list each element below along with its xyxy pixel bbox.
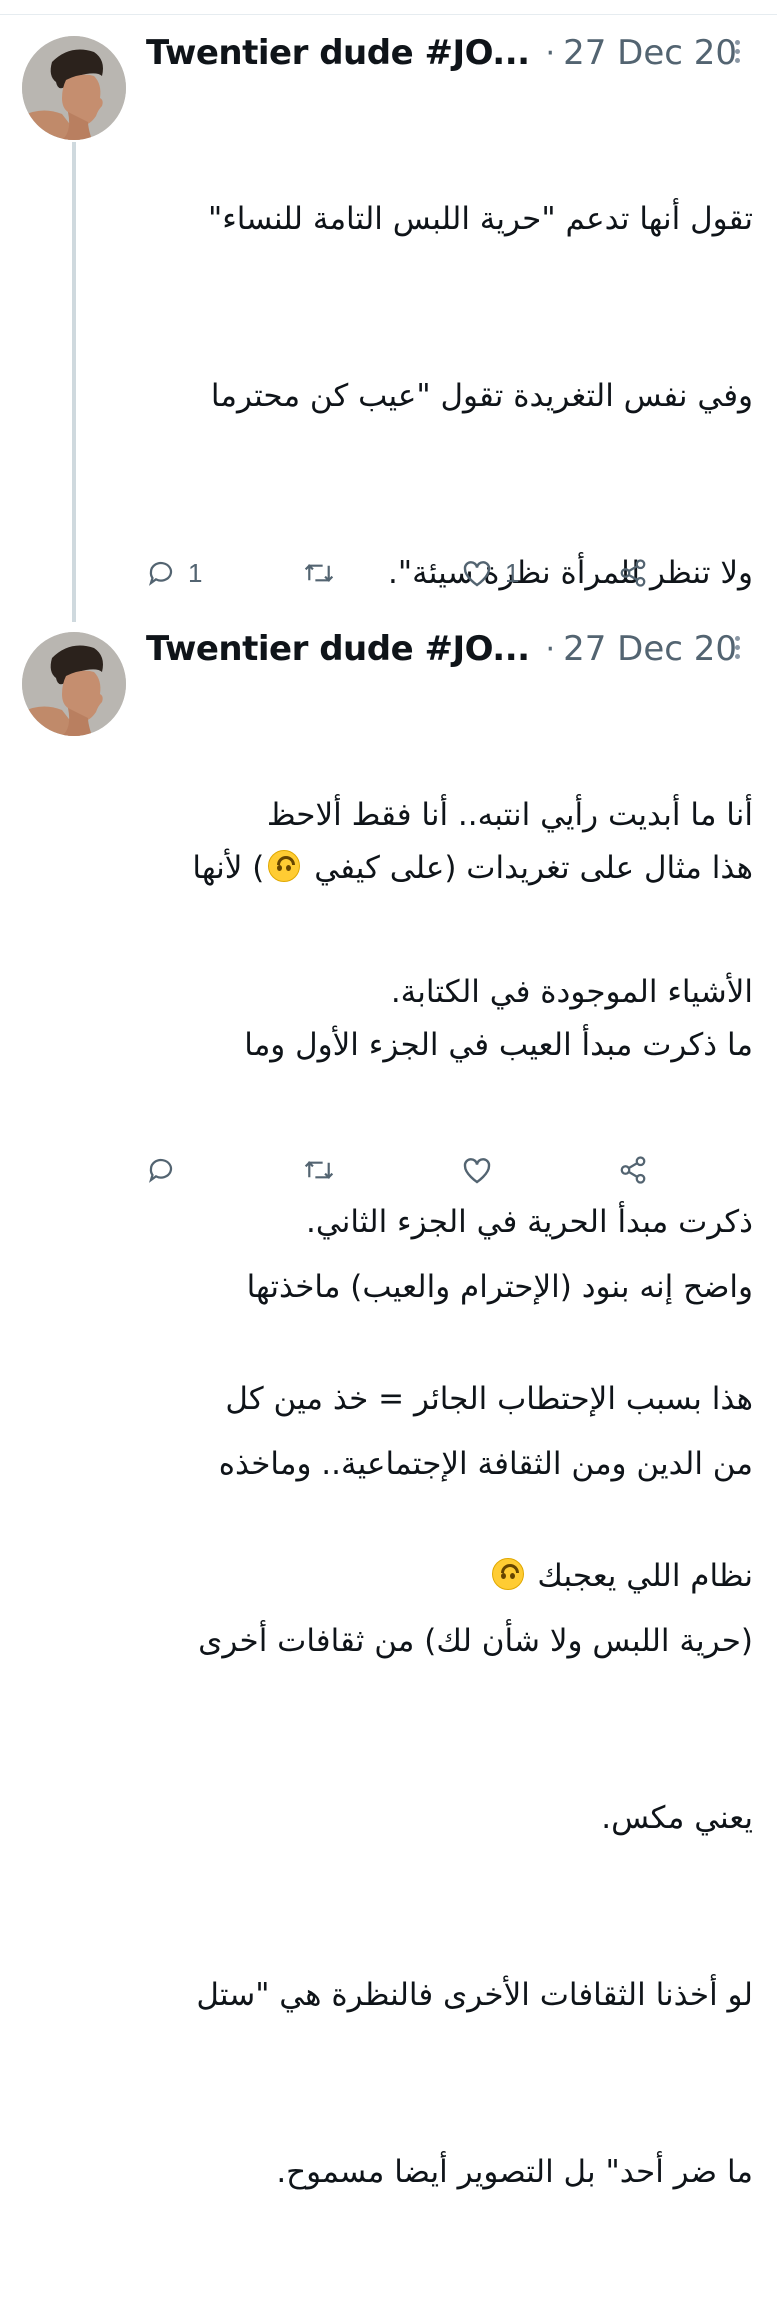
share-icon — [620, 1156, 646, 1184]
author-name[interactable]: Twentier dude #JO... — [146, 33, 530, 73]
text-line: ما ضر أحد" بل التصوير أيضا مسموح. — [276, 2154, 753, 2190]
retweet-button[interactable] — [302, 553, 348, 593]
reply-count: 1 — [188, 557, 203, 588]
text-line: يعني مكس. — [601, 1800, 753, 1836]
reply-icon — [148, 1158, 173, 1183]
text-line: الأشياء الموجودة في الكتابة. — [390, 974, 753, 1010]
text-line: تقول أنها تدعم "حرية اللبس التامة للنساء… — [207, 201, 753, 237]
heart-icon — [463, 1158, 491, 1184]
tweet-header: Twentier dude #JO... · 27 Dec 20 — [146, 28, 747, 78]
more-options-icon[interactable] — [727, 632, 747, 666]
share-button[interactable] — [618, 553, 648, 593]
tweet-date[interactable]: 27 Dec 20 — [563, 33, 737, 73]
tweet-actions: 1 1 — [146, 553, 706, 593]
share-button[interactable] — [618, 1150, 648, 1190]
heart-icon — [463, 561, 491, 587]
tweet-1[interactable]: Twentier dude #JO... · 27 Dec 20 تقول أن… — [0, 0, 777, 1594]
tweet-header: Twentier dude #JO... · 27 Dec 20 — [146, 624, 747, 674]
text-line: واضح إنه بنود (الإحترام والعيب) ماخذتها — [246, 1269, 753, 1305]
like-button[interactable] — [461, 1150, 505, 1190]
separator-dot: · — [545, 35, 556, 71]
avatar[interactable] — [22, 36, 126, 140]
text-line: (حرية اللبس ولا شأن لك) من ثقافات أخرى — [198, 1623, 753, 1659]
share-icon — [620, 559, 646, 587]
text-line: وفي نفس التغريدة تقول "عيب كن محترما — [210, 378, 753, 414]
like-count: 1 — [505, 557, 520, 588]
retweet-icon — [304, 1161, 334, 1179]
text-line: أنا ما أبديت رأيي انتبه.. أنا فقط ألاحظ — [266, 797, 753, 833]
separator-dot: · — [545, 631, 556, 667]
text-line: من الدين ومن الثقافة الإجتماعية.. وماخذه — [218, 1446, 753, 1482]
like-button[interactable]: 1 — [461, 553, 519, 593]
avatar[interactable] — [22, 632, 126, 736]
tweet-date[interactable]: 27 Dec 20 — [563, 629, 737, 669]
reply-icon — [148, 561, 173, 586]
retweet-icon — [304, 564, 334, 582]
tweet-actions — [146, 1150, 706, 1190]
retweet-button[interactable] — [302, 1150, 348, 1190]
reply-button[interactable]: 1 — [146, 553, 202, 593]
reply-button[interactable] — [146, 1150, 188, 1190]
tweet-text: أنا ما أبديت رأيي انتبه.. أنا فقط ألاحظ … — [150, 668, 753, 2320]
tweet-2[interactable]: Twentier dude #JO... · 27 Dec 20 أنا ما … — [0, 610, 777, 2190]
more-options-icon[interactable] — [727, 36, 747, 70]
author-name[interactable]: Twentier dude #JO... — [146, 629, 530, 669]
text-line: لو أخذنا الثقافات الأخرى فالنظرة هي "ستل — [196, 1977, 753, 2013]
